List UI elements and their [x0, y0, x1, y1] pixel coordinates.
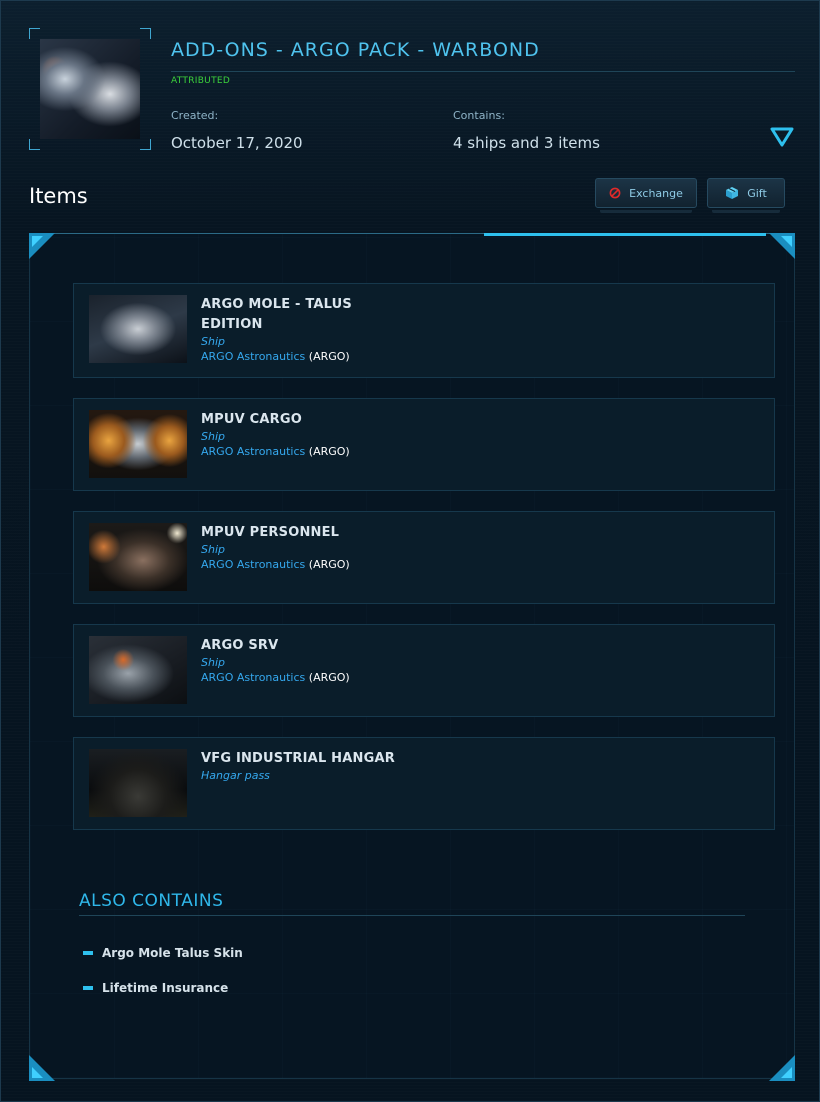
item-name: MPUV CARGO	[201, 412, 302, 427]
also-contains-entry: Argo Mole Talus Skin	[102, 946, 243, 960]
item-name: MPUV PERSONNEL	[201, 525, 340, 540]
item-type: Ship	[201, 656, 225, 669]
item-manufacturer: ARGO Astronautics (ARGO)	[201, 445, 350, 458]
contains-value: 4 ships and 3 items	[453, 134, 600, 152]
pledge-title: ADD-ONS - ARGO PACK - WARBOND	[171, 39, 540, 61]
item-name: ARGO SRV	[201, 638, 279, 653]
gift-button[interactable]: Gift	[707, 178, 785, 213]
status-badge: ATTRIBUTED	[171, 76, 231, 86]
items-heading: Items	[29, 184, 88, 208]
frame-corner	[29, 139, 40, 150]
gift-box-icon	[725, 186, 739, 200]
corner-ornament	[29, 233, 55, 259]
created-label: Created:	[171, 109, 219, 122]
item-type: Ship	[201, 335, 225, 348]
gift-label: Gift	[747, 186, 767, 200]
pledge-thumbnail	[29, 28, 151, 150]
list-item: Argo Mole Talus Skin	[83, 946, 243, 960]
no-entry-icon	[609, 187, 621, 199]
ship-image	[89, 295, 187, 363]
corner-ornament	[769, 1055, 795, 1081]
pledge-image	[40, 39, 140, 139]
created-value: October 17, 2020	[171, 134, 303, 152]
also-contains-heading: ALSO CONTAINS	[79, 891, 224, 911]
ship-image	[89, 523, 187, 591]
item-name: VFG INDUSTRIAL HANGAR	[201, 751, 395, 766]
list-item[interactable]: MPUV CARGO Ship ARGO Astronautics (ARGO)	[73, 398, 775, 491]
frame-corner	[29, 28, 40, 39]
corner-ornament	[769, 233, 795, 259]
title-divider	[171, 71, 795, 72]
item-manufacturer: ARGO Astronautics (ARGO)	[201, 671, 350, 684]
pledge-page: ADD-ONS - ARGO PACK - WARBOND ATTRIBUTED…	[0, 0, 820, 1102]
bullet-icon	[83, 986, 93, 990]
ship-image	[89, 636, 187, 704]
item-type: Hangar pass	[201, 769, 270, 782]
exchange-label: Exchange	[629, 186, 683, 200]
item-name: ARGO MOLE - TALUS EDITION	[201, 297, 352, 332]
list-item: Lifetime Insurance	[83, 981, 228, 995]
hangar-image	[89, 749, 187, 817]
item-type: Ship	[201, 543, 225, 556]
frame-corner	[140, 28, 151, 39]
exchange-button[interactable]: Exchange	[595, 178, 697, 213]
also-contains-entry: Lifetime Insurance	[102, 981, 229, 995]
chevron-down-icon[interactable]	[769, 125, 795, 149]
frame-corner	[140, 139, 151, 150]
item-type: Ship	[201, 430, 225, 443]
ship-image	[89, 410, 187, 478]
also-contains-divider	[79, 915, 745, 916]
bullet-icon	[83, 951, 93, 955]
contains-label: Contains:	[453, 109, 505, 122]
list-item[interactable]: ARGO SRV Ship ARGO Astronautics (ARGO)	[73, 624, 775, 717]
list-item[interactable]: ARGO MOLE - TALUS EDITION Ship ARGO Astr…	[73, 283, 775, 378]
item-manufacturer: ARGO Astronautics (ARGO)	[201, 558, 350, 571]
list-item[interactable]: MPUV PERSONNEL Ship ARGO Astronautics (A…	[73, 511, 775, 604]
list-item[interactable]: VFG INDUSTRIAL HANGAR Hangar pass	[73, 737, 775, 830]
item-manufacturer: ARGO Astronautics (ARGO)	[201, 350, 350, 363]
panel-accent-bar	[484, 233, 766, 236]
corner-ornament	[29, 1055, 55, 1081]
